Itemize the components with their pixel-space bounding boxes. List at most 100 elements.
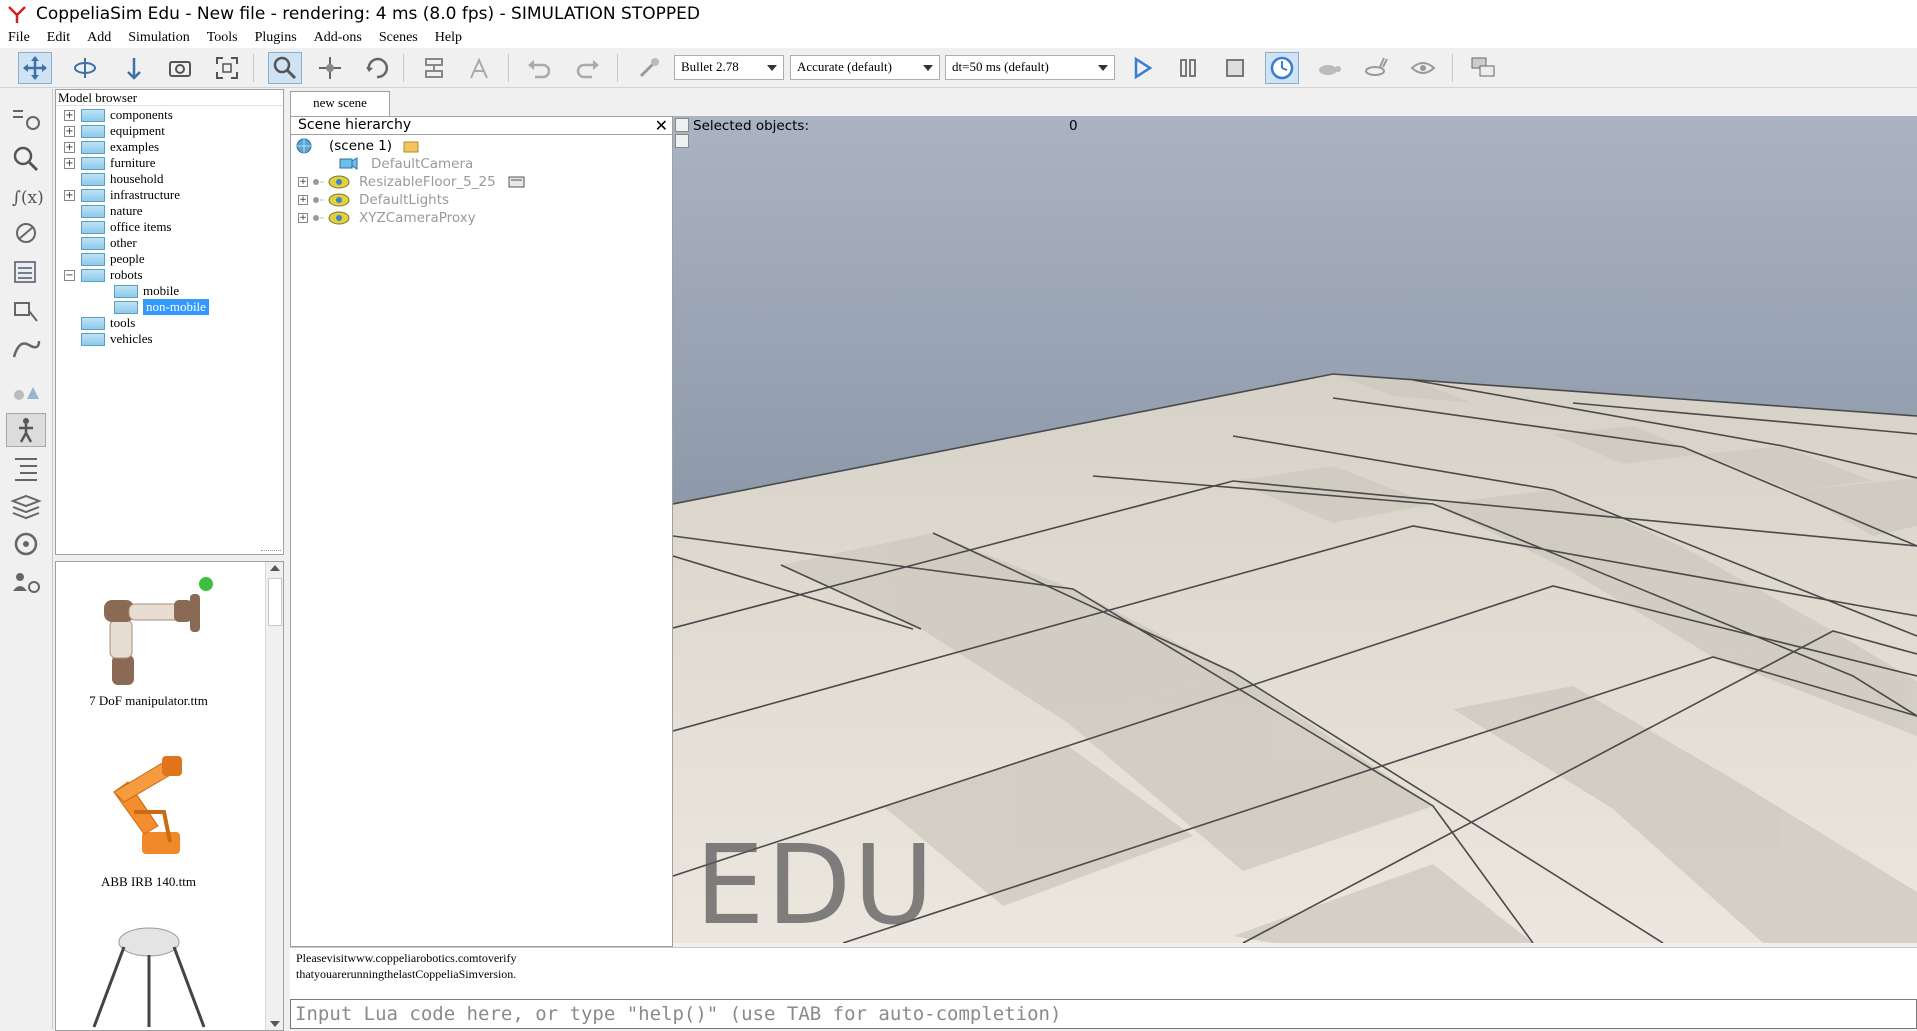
rotate-camera-icon[interactable]: [68, 52, 102, 84]
expand-icon[interactable]: +: [64, 125, 75, 137]
selection-icon[interactable]: [6, 293, 46, 327]
tree-item-robots[interactable]: − robots: [64, 267, 143, 283]
realtime-icon[interactable]: [1265, 52, 1299, 84]
expand-icon[interactable]: +: [64, 141, 75, 153]
calculation-modules-icon[interactable]: [6, 141, 46, 175]
slow-down-icon[interactable]: [1312, 52, 1346, 84]
scene-viewport[interactable]: Selected objects: 0 EDU: [673, 116, 1917, 943]
undo-icon[interactable]: [522, 52, 556, 84]
page-selector-icon[interactable]: [1466, 52, 1500, 84]
scrollbar-thumb[interactable]: [268, 578, 282, 626]
play-icon[interactable]: [1125, 52, 1159, 84]
visualization-toggle-icon[interactable]: [1406, 52, 1440, 84]
tree-item-household[interactable]: household: [81, 171, 163, 187]
model-browser-icon[interactable]: [6, 413, 46, 447]
folder-icon: [81, 108, 105, 122]
folder-icon: [81, 268, 105, 282]
object-rotate-icon[interactable]: [360, 52, 394, 84]
folder-icon: [81, 316, 105, 330]
camera-angle-icon[interactable]: [163, 52, 197, 84]
assemble-icon[interactable]: [417, 52, 451, 84]
thumbnail-7dof-manipulator[interactable]: [74, 570, 224, 700]
scripts-icon[interactable]: ∫(x): [6, 179, 46, 213]
tab-new-scene[interactable]: new scene: [290, 91, 390, 116]
move-camera-icon[interactable]: [18, 52, 52, 84]
menu-add[interactable]: Add: [87, 30, 111, 46]
menu-edit[interactable]: Edit: [47, 30, 70, 46]
fit-to-view-icon[interactable]: [210, 52, 244, 84]
expand-icon[interactable]: +: [64, 109, 75, 121]
scene-hierarchy-icon[interactable]: [6, 451, 46, 485]
window-title: CoppeliaSim Edu - New file - rendering: …: [36, 4, 700, 24]
path-icon[interactable]: [6, 331, 46, 365]
shapes-edit-icon[interactable]: [6, 217, 46, 251]
tree-item-other[interactable]: other: [81, 235, 137, 251]
scroll-up-icon[interactable]: [270, 565, 280, 571]
timestep-select[interactable]: dt=50 ms (default): [945, 55, 1115, 80]
scene-object-defaultcamera[interactable]: DefaultCamera: [337, 155, 473, 173]
tree-item-mobile[interactable]: mobile: [114, 283, 179, 299]
collection-icon[interactable]: [6, 375, 46, 409]
scene-root[interactable]: (scene 1): [295, 137, 422, 155]
object-shift-icon[interactable]: [313, 52, 347, 84]
tree-item-examples[interactable]: + examples: [64, 139, 159, 155]
scene-object-defaultlights[interactable]: + DefaultLights: [298, 191, 449, 209]
thumbnails-scrollbar[interactable]: [265, 562, 283, 1030]
physics-engine-select[interactable]: Bullet 2.78: [674, 55, 784, 80]
menu-scenes[interactable]: Scenes: [379, 30, 418, 46]
folder-icon: [114, 300, 138, 314]
tree-item-tools[interactable]: tools: [81, 315, 135, 331]
expand-icon[interactable]: +: [64, 157, 75, 169]
tree-item-non-mobile[interactable]: non-mobile: [114, 299, 209, 315]
expand-icon[interactable]: +: [298, 177, 308, 187]
redo-icon[interactable]: [571, 52, 605, 84]
tree-item-office-items[interactable]: office items: [81, 219, 172, 235]
scroll-down-icon[interactable]: [270, 1021, 280, 1027]
splitter-handle[interactable]: [261, 550, 281, 553]
scene-object-xyzcameraproxy[interactable]: + XYZCameraProxy: [298, 209, 476, 227]
script-icon[interactable]: [508, 175, 526, 189]
collapse-icon[interactable]: −: [64, 269, 75, 281]
menu-file[interactable]: File: [8, 30, 30, 46]
globe-icon: [296, 138, 312, 154]
accuracy-select[interactable]: Accurate (default): [790, 55, 940, 80]
tree-item-infrastructure[interactable]: + infrastructure: [64, 187, 180, 203]
floor-grid-render: [673, 116, 1917, 943]
close-icon[interactable]: ✕: [655, 117, 668, 134]
menu-addons[interactable]: Add-ons: [314, 30, 362, 46]
expand-icon[interactable]: +: [298, 195, 308, 205]
speed-up-icon[interactable]: [1359, 52, 1393, 84]
shift-camera-icon[interactable]: [117, 52, 151, 84]
layers-stack-icon[interactable]: [6, 489, 46, 523]
video-recorder-icon[interactable]: [6, 527, 46, 561]
transfer-dna-icon[interactable]: [462, 52, 496, 84]
thumbnail-abb-irb-140[interactable]: [74, 742, 224, 872]
pause-icon[interactable]: [1171, 52, 1205, 84]
layers-icon[interactable]: [6, 255, 46, 289]
menu-help[interactable]: Help: [435, 30, 462, 46]
stop-icon[interactable]: [1218, 52, 1252, 84]
expand-icon[interactable]: +: [64, 189, 75, 201]
tree-item-components[interactable]: + components: [64, 107, 173, 123]
user-settings-icon[interactable]: [6, 565, 46, 599]
scene-hierarchy-header: Scene hierarchy ✕: [291, 117, 672, 135]
lua-console-input[interactable]: Input Lua code here, or type "help()" (u…: [290, 999, 1917, 1029]
tree-item-vehicles[interactable]: vehicles: [81, 331, 153, 347]
info-toggle-icon[interactable]: [675, 118, 689, 132]
menu-tools[interactable]: Tools: [207, 30, 238, 46]
thumbnail-delta-robot[interactable]: [74, 917, 224, 1030]
left-toolbar: ∫(x): [0, 89, 53, 1029]
tree-item-furniture[interactable]: + furniture: [64, 155, 155, 171]
dynamics-icon[interactable]: [632, 52, 666, 84]
scene-object-resizablefloor[interactable]: + ResizableFloor_5_25: [298, 173, 526, 191]
tree-item-people[interactable]: people: [81, 251, 145, 267]
select-object-icon[interactable]: [268, 52, 302, 84]
expand-icon[interactable]: +: [298, 213, 308, 223]
main-toolbar: Bullet 2.78 Accurate (default) dt=50 ms …: [0, 48, 1917, 88]
info-toggle-icon[interactable]: [675, 134, 689, 148]
tree-item-equipment[interactable]: + equipment: [64, 123, 165, 139]
menu-plugins[interactable]: Plugins: [255, 30, 297, 46]
menu-simulation[interactable]: Simulation: [128, 30, 189, 46]
object-properties-icon[interactable]: [6, 103, 46, 137]
tree-item-nature[interactable]: nature: [81, 203, 142, 219]
